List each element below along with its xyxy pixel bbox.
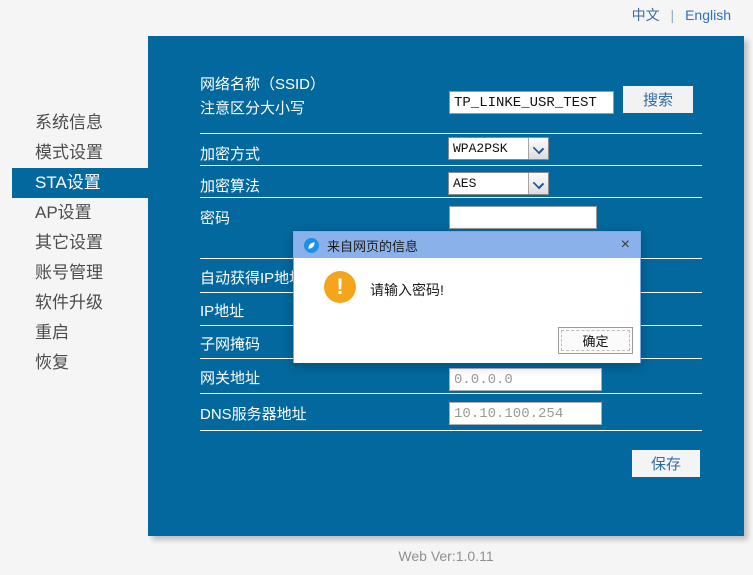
sidebar-item-system-info[interactable]: 系统信息 (0, 108, 148, 138)
row-divider (200, 430, 702, 431)
lang-english-link[interactable]: English (685, 7, 731, 23)
sidebar-item-ap-settings[interactable]: AP设置 (0, 198, 148, 228)
password-input[interactable] (449, 206, 597, 229)
chevron-down-icon[interactable] (528, 173, 548, 194)
sidebar-item-restore[interactable]: 恢复 (0, 348, 148, 378)
ssid-label-line2: 注意区分大小写 (200, 97, 305, 118)
close-icon[interactable]: × (621, 237, 630, 253)
subnet-mask-label: 子网掩码 (200, 333, 260, 354)
dns-label: DNS服务器地址 (200, 403, 307, 424)
row-divider (200, 133, 702, 134)
row-divider (200, 165, 702, 166)
encryption-algorithm-label: 加密算法 (200, 175, 260, 196)
lang-separator: | (671, 7, 675, 23)
sidebar-item-restart[interactable]: 重启 (0, 318, 148, 348)
dialog-title: 来自网页的信息 (327, 236, 621, 255)
dialog-message: 请输入密码! (370, 280, 444, 300)
dialog-body: ! 请输入密码! 确定 (294, 258, 640, 363)
save-button[interactable]: 保存 (632, 450, 700, 477)
sidebar-item-account-management[interactable]: 账号管理 (0, 258, 148, 288)
dialog-titlebar[interactable]: 来自网页的信息 × (294, 232, 640, 258)
webpage-message-dialog: 来自网页的信息 × ! 请输入密码! 确定 (293, 231, 641, 363)
ssid-search-button[interactable]: 搜索 (623, 86, 693, 113)
warning-icon: ! (324, 271, 356, 303)
gateway-label: 网关地址 (200, 367, 260, 388)
row-divider (200, 197, 702, 198)
ssid-label-line1: 网络名称（SSID） (200, 73, 325, 94)
row-divider (200, 393, 702, 394)
encryption-method-value: WPA2PSK (449, 138, 528, 159)
encryption-method-select[interactable]: WPA2PSK (448, 137, 549, 160)
language-switcher: 中文 | English (632, 5, 731, 25)
ok-button[interactable]: 确定 (558, 327, 633, 354)
encryption-algorithm-value: AES (449, 173, 528, 194)
page: 中文 | English 系统信息 模式设置 STA设置 AP设置 其它设置 账… (0, 0, 753, 575)
chevron-down-icon[interactable] (528, 138, 548, 159)
web-version-text: Web Ver:1.0.11 (148, 548, 744, 564)
gateway-input (449, 368, 602, 391)
browser-icon (304, 238, 319, 253)
auto-ip-label: 自动获得IP地址 (200, 267, 304, 288)
ip-address-label: IP地址 (200, 300, 244, 321)
sidebar-item-mode-settings[interactable]: 模式设置 (0, 138, 148, 168)
encryption-algorithm-select[interactable]: AES (448, 172, 549, 195)
ssid-input[interactable] (449, 91, 614, 114)
sidebar-item-sta-settings[interactable]: STA设置 (12, 168, 148, 198)
sidebar-nav: 系统信息 模式设置 STA设置 AP设置 其它设置 账号管理 软件升级 重启 恢… (0, 108, 148, 378)
lang-chinese-link[interactable]: 中文 (632, 7, 660, 23)
sidebar-item-firmware-upgrade[interactable]: 软件升级 (0, 288, 148, 318)
encryption-method-label: 加密方式 (200, 143, 260, 164)
password-label: 密码 (200, 207, 230, 228)
dns-input (449, 402, 602, 425)
sidebar-item-other-settings[interactable]: 其它设置 (0, 228, 148, 258)
